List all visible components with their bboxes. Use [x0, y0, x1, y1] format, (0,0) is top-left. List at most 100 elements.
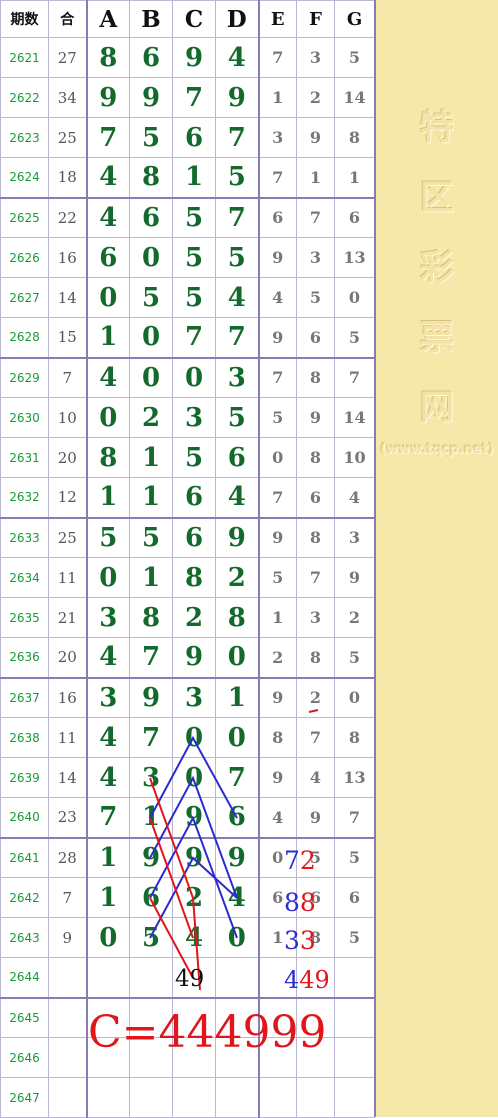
cell-c: 6: [172, 117, 216, 158]
note-72-blue: 7: [284, 846, 300, 875]
table-row: 2624 18 4 8 1 5 7 1 1: [0, 157, 375, 199]
cell-a: 4: [86, 357, 130, 398]
table-row: 2642 7 1 6 2 4 6 6 6: [0, 877, 375, 918]
cell-c: 1: [172, 157, 216, 199]
table-row: 2633 25 5 5 6 9 9 8 3: [0, 517, 375, 558]
table-row: 2634 11 0 1 8 2 5 7 9: [0, 557, 375, 598]
cell-b: 7: [129, 717, 173, 758]
cell-f: 6: [296, 477, 335, 519]
header-d: D: [215, 0, 260, 38]
row-sum: 7: [48, 877, 88, 918]
note-449: 449: [284, 966, 330, 994]
note-88-red: 8: [299, 888, 316, 917]
cell-d: 9: [215, 517, 260, 558]
row-period: 2630: [0, 397, 49, 438]
cell-c: 5: [172, 437, 216, 478]
cell-c: 9: [172, 837, 216, 878]
cell-a: 3: [86, 677, 130, 718]
cell-e: 7: [258, 357, 297, 398]
cell-g: 5: [334, 637, 375, 679]
cell-d: 7: [215, 117, 260, 158]
row-sum: 11: [48, 717, 88, 758]
note-72-red: 2: [299, 846, 316, 875]
note-72: 72: [284, 846, 316, 875]
cell-d: 4: [215, 477, 260, 519]
cell-c: 2: [172, 877, 216, 918]
watermark-char-2: 区: [420, 178, 454, 218]
watermark-char-4: 票: [420, 318, 454, 358]
table-row: 2627 14 0 5 5 4 4 5 0: [0, 277, 375, 318]
row-period: 2642: [0, 877, 49, 918]
cell-a: 0: [86, 397, 130, 438]
cell-d: 4: [215, 277, 260, 318]
cell-g: 5: [334, 917, 375, 958]
cell-f: 9: [296, 397, 335, 438]
cell-c: 3: [172, 397, 216, 438]
cell-f: 6: [296, 317, 335, 359]
cell-b: 1: [129, 477, 173, 519]
cell-e: 7: [258, 477, 297, 519]
note-33-blue: 3: [284, 926, 300, 955]
watermark-char-5: 网: [420, 388, 454, 428]
table-row: 2630 10 0 2 3 5 5 9 14: [0, 397, 375, 438]
row-sum: 9: [48, 917, 88, 958]
cell-e: 7: [258, 157, 297, 199]
cell-f: 7: [296, 197, 335, 238]
cell-a: 0: [86, 277, 130, 318]
cell-f: 5: [296, 277, 335, 318]
row-period: 2626: [0, 237, 49, 278]
cell-b: 9: [129, 677, 173, 718]
watermark-url: (www.tqcp.net): [380, 442, 494, 457]
table-row: 2641 28 1 9 9 9 0 5 5: [0, 837, 375, 878]
cell-e: 6: [258, 197, 297, 238]
cell-e: 2: [258, 637, 297, 679]
table-row: 2625 22 4 6 5 7 6 7 6: [0, 197, 375, 238]
cell-g: 7: [334, 357, 375, 398]
row-period: 2639: [0, 757, 49, 798]
cell-c: 5: [172, 197, 216, 238]
cell-a: [86, 957, 130, 999]
table-row: 2638 11 4 7 0 0 8 7 8: [0, 717, 375, 758]
cell-g: 4: [334, 477, 375, 519]
cell-c: 4: [172, 917, 216, 958]
cell-f: 4: [296, 757, 335, 798]
cell-c: 5: [172, 277, 216, 318]
row-period: 2628: [0, 317, 49, 359]
cell-c: [172, 1077, 216, 1118]
note-88-blue: 8: [284, 888, 300, 917]
header-sum: 合: [48, 0, 88, 38]
row-sum: 25: [48, 517, 88, 558]
cell-g: 13: [334, 237, 375, 278]
table-row: 2643 9 0 5 4 0 1 8 5: [0, 917, 375, 958]
cell-f: 7: [296, 557, 335, 598]
note-449-blue: 4: [284, 966, 300, 994]
cell-e: 8: [258, 717, 297, 758]
table-row: 2636 20 4 7 9 0 2 8 5: [0, 637, 375, 679]
table-row: 2647: [0, 1077, 375, 1118]
cell-e: 0: [258, 437, 297, 478]
cell-d: 0: [215, 917, 260, 958]
cell-a: 5: [86, 517, 130, 558]
cell-a: 8: [86, 437, 130, 478]
row-period: 2621: [0, 37, 49, 78]
cell-f: 8: [296, 637, 335, 679]
row-sum: [48, 1077, 88, 1118]
cell-a: 4: [86, 637, 130, 679]
cell-a: 0: [86, 917, 130, 958]
cell-b: 8: [129, 157, 173, 199]
cell-a: 1: [86, 317, 130, 359]
cell-a: 1: [86, 877, 130, 918]
cell-f: 9: [296, 797, 335, 839]
cell-e: 1: [258, 77, 297, 118]
row-period: 2632: [0, 477, 49, 519]
row-sum: 14: [48, 757, 88, 798]
header-b: B: [129, 0, 173, 38]
lottery-table: 期数 合 A B C D E F G 2621 27 8 6 9 4 7 3 5 2622 34 9 9…: [0, 0, 375, 1118]
cell-a: 1: [86, 837, 130, 878]
note-88: 88: [284, 888, 316, 917]
cell-c: 2: [172, 597, 216, 638]
header-f: F: [296, 0, 335, 38]
cell-f: 8: [296, 517, 335, 558]
row-sum: [48, 957, 88, 999]
cell-g: 5: [334, 37, 375, 78]
